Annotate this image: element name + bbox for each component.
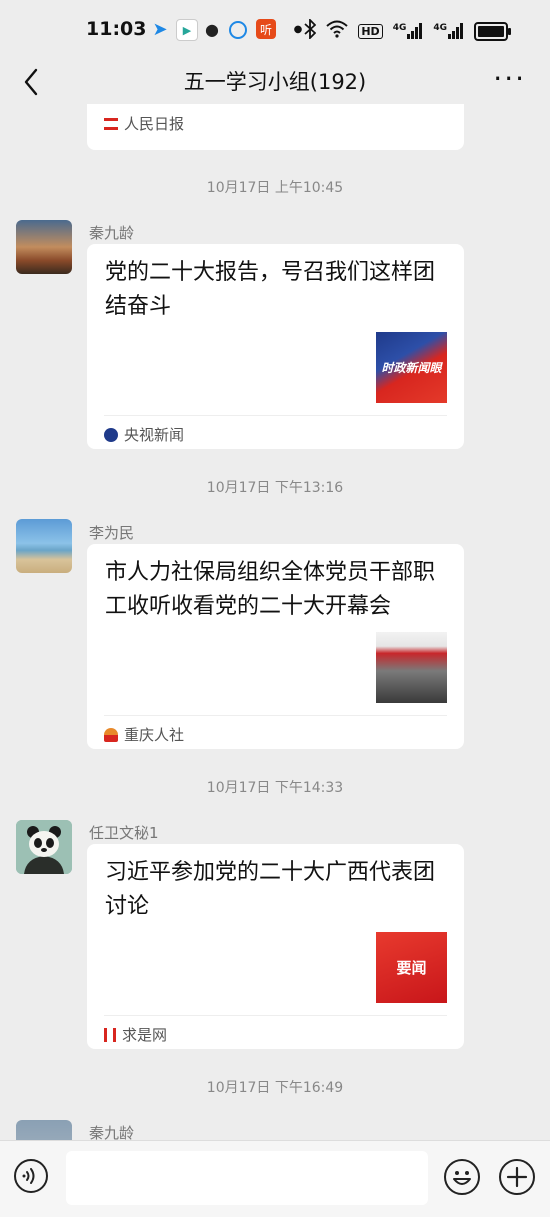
- message-list[interactable]: 人民日报 10月17日 上午10:45 秦九龄 党的二十大报告，号召我们这样团结…: [0, 104, 550, 1140]
- timestamp: 10月17日 下午13:16: [206, 480, 344, 496]
- thumbnail-label: 要闻: [396, 959, 427, 977]
- bluetooth-icon: [304, 17, 317, 43]
- emoji-icon: [453, 1171, 471, 1185]
- timestamp: 10月17日 上午10:45: [206, 180, 344, 196]
- hd-icon: HD: [358, 23, 383, 39]
- listen-app-icon: 听: [256, 19, 276, 39]
- renmin-ribao-logo-icon: [104, 117, 118, 130]
- article-title: 市人力社保局组织全体党员干部职工收听收看党的二十大开幕会: [105, 560, 436, 619]
- avatar[interactable]: [16, 1120, 72, 1140]
- voice-input-button[interactable]: [14, 1159, 48, 1193]
- more-options-button[interactable]: ···: [493, 64, 526, 94]
- avatar[interactable]: [16, 820, 72, 874]
- article-card[interactable]: 市人力社保局组织全体党员干部职工收听收看党的二十大开幕会 重庆人社: [87, 544, 464, 749]
- sender-name: 任卫文秘1: [89, 824, 159, 842]
- thumbnail-label: 时政新闻眼: [381, 361, 442, 375]
- voice-icon: [22, 1168, 35, 1184]
- article-source: 求是网: [104, 1024, 167, 1045]
- timestamp: 10月17日 下午16:49: [206, 1080, 344, 1096]
- article-card[interactable]: 习近平参加党的二十大广西代表团讨论 要闻 求是网: [87, 844, 464, 1049]
- source-label: 人民日报: [124, 115, 185, 133]
- card-divider: [104, 715, 447, 716]
- signal-4g-label: 4G: [433, 23, 447, 33]
- article-card[interactable]: 人民日报: [87, 104, 464, 150]
- signal-4g-label: 4G: [392, 23, 407, 33]
- source-label: 重庆人社: [124, 726, 185, 744]
- avatar[interactable]: [16, 220, 72, 274]
- wechat-icon: ●: [205, 19, 219, 39]
- article-thumbnail: 要闻: [376, 932, 447, 1003]
- chat-title: 五一学习小组(192): [183, 70, 367, 94]
- more-functions-button[interactable]: [499, 1159, 535, 1195]
- article-card[interactable]: 党的二十大报告，号召我们这样团结奋斗 时政新闻眼 央视新闻: [87, 244, 464, 449]
- article-title: 党的二十大报告，号召我们这样团结奋斗: [105, 260, 436, 319]
- emoji-button[interactable]: [444, 1159, 480, 1195]
- status-bar: 11:03 ➤ ▶ ● 听 ● HD 4G 4G: [0, 0, 550, 62]
- article-title: 习近平参加党的二十大广西代表团讨论: [105, 860, 436, 919]
- browser-icon: [229, 21, 247, 39]
- signal-4g-icon: 4G: [393, 23, 424, 39]
- avatar[interactable]: [16, 519, 72, 573]
- input-bar: [0, 1140, 550, 1217]
- card-divider: [104, 1015, 447, 1016]
- article-thumbnail: 时政新闻眼: [376, 332, 447, 403]
- source-label: 求是网: [122, 1026, 168, 1044]
- navigation-icon: ➤: [152, 18, 168, 40]
- sender-name: 李为民: [89, 524, 135, 542]
- article-source: 重庆人社: [104, 724, 184, 745]
- source-label: 央视新闻: [124, 426, 185, 444]
- plus-icon: [506, 1166, 528, 1188]
- panda-avatar-icon: [16, 820, 72, 874]
- article-thumbnail: [376, 632, 447, 703]
- sender-name: 秦九龄: [89, 1124, 135, 1140]
- status-time: 11:03: [86, 18, 147, 40]
- cctv-news-logo-icon: [104, 427, 118, 442]
- wifi-icon: [326, 20, 349, 42]
- message-input[interactable]: [66, 1151, 428, 1205]
- chat-header: 五一学习小组(192) ···: [0, 62, 550, 104]
- play-icon: ▶: [176, 19, 198, 41]
- qiushi-logo-icon: [104, 1027, 116, 1042]
- timestamp: 10月17日 下午14:33: [206, 780, 344, 796]
- signal-4g-icon: 4G: [433, 23, 464, 39]
- article-source: 央视新闻: [104, 424, 184, 445]
- article-source: 人民日报: [104, 113, 184, 134]
- sender-name: 秦九龄: [89, 224, 135, 242]
- battery-icon: [474, 21, 511, 41]
- chongqing-hr-logo-icon: [104, 727, 118, 742]
- card-divider: [104, 415, 447, 416]
